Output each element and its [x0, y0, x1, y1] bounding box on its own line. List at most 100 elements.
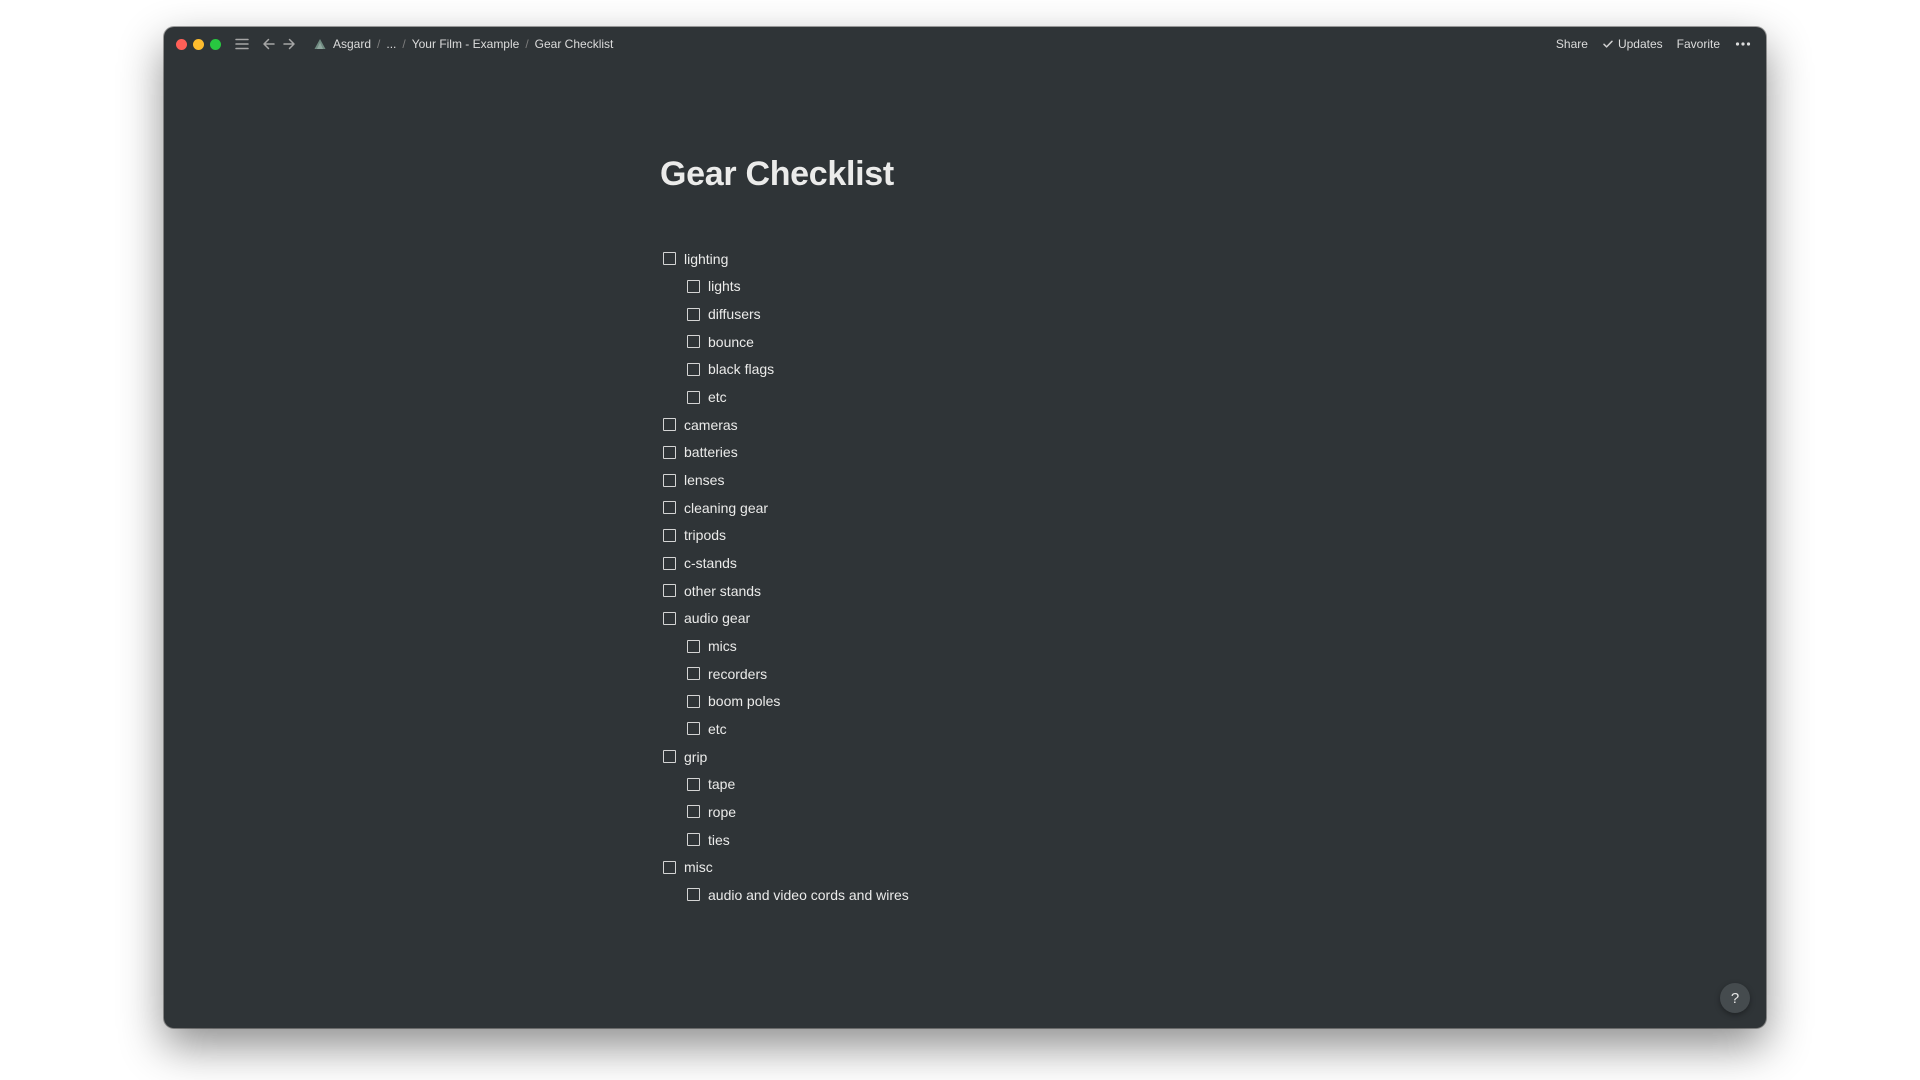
updates-label: Updates — [1617, 37, 1663, 51]
breadcrumb-current[interactable]: Gear Checklist — [531, 35, 618, 53]
todo-checkbox[interactable] — [687, 805, 700, 819]
breadcrumb-separator: / — [402, 37, 406, 51]
todo-item: tape — [660, 770, 909, 798]
todo-label[interactable]: bounce — [708, 334, 754, 350]
todo-item: cameras — [660, 411, 909, 439]
todo-item: etc — [660, 383, 909, 411]
todo-item: cleaning gear — [660, 494, 909, 522]
todo-label[interactable]: lights — [708, 278, 741, 294]
todo-label[interactable]: rope — [708, 804, 736, 820]
todo-label[interactable]: audio gear — [684, 610, 750, 626]
todo-label[interactable]: recorders — [708, 666, 767, 682]
todo-checkbox[interactable] — [687, 888, 700, 902]
breadcrumb: Asgard / ... / Your Film - Example / Gea… — [309, 35, 617, 53]
todo-checkbox[interactable] — [687, 307, 700, 321]
todo-checkbox[interactable] — [663, 584, 676, 598]
todo-label[interactable]: tripods — [684, 527, 726, 543]
todo-label[interactable]: other stands — [684, 583, 761, 599]
todo-item: lights — [660, 273, 909, 301]
todo-list: lighting lights diffusers bounce black f… — [660, 245, 909, 909]
todo-item: mics — [660, 632, 909, 660]
todo-item: audio gear — [660, 605, 909, 633]
more-horizontal-icon[interactable] — [1734, 35, 1752, 53]
arrow-right-icon[interactable] — [281, 36, 297, 52]
todo-item: boom poles — [660, 688, 909, 716]
todo-item: c-stands — [660, 549, 909, 577]
breadcrumb-ellipsis[interactable]: ... — [382, 35, 400, 53]
todo-checkbox[interactable] — [663, 501, 676, 515]
check-icon — [1602, 38, 1614, 50]
close-window-button[interactable] — [176, 38, 187, 50]
todo-label[interactable]: mics — [708, 638, 737, 654]
minimize-window-button[interactable] — [193, 38, 204, 50]
window-controls — [176, 38, 221, 50]
todo-item: tripods — [660, 522, 909, 550]
todo-label[interactable]: c-stands — [684, 555, 737, 571]
todo-checkbox[interactable] — [663, 252, 676, 266]
todo-item: grip — [660, 743, 909, 771]
todo-checkbox[interactable] — [663, 473, 676, 487]
todo-label[interactable]: grip — [684, 749, 707, 765]
todo-label[interactable]: misc — [684, 859, 713, 875]
favorite-button[interactable]: Favorite — [1677, 37, 1720, 51]
todo-item: lenses — [660, 466, 909, 494]
todo-label[interactable]: tape — [708, 776, 735, 792]
todo-checkbox[interactable] — [663, 556, 676, 570]
todo-checkbox[interactable] — [687, 362, 700, 376]
todo-checkbox[interactable] — [663, 445, 676, 459]
todo-label[interactable]: lighting — [684, 251, 728, 267]
todo-item: audio and video cords and wires — [660, 881, 909, 909]
todo-label[interactable]: audio and video cords and wires — [708, 887, 909, 903]
todo-checkbox[interactable] — [687, 833, 700, 847]
todo-label[interactable]: etc — [708, 389, 727, 405]
todo-item: other stands — [660, 577, 909, 605]
todo-checkbox[interactable] — [687, 639, 700, 653]
updates-button[interactable]: Updates — [1602, 37, 1663, 51]
todo-item: diffusers — [660, 300, 909, 328]
todo-item: black flags — [660, 356, 909, 384]
maximize-window-button[interactable] — [210, 38, 221, 50]
todo-label[interactable]: cleaning gear — [684, 500, 768, 516]
breadcrumb-separator: / — [525, 37, 529, 51]
todo-checkbox[interactable] — [663, 528, 676, 542]
todo-label[interactable]: cameras — [684, 417, 738, 433]
arrow-left-icon[interactable] — [261, 36, 277, 52]
help-button[interactable]: ? — [1720, 983, 1750, 1013]
todo-label[interactable]: batteries — [684, 444, 738, 460]
todo-label[interactable]: ties — [708, 832, 730, 848]
page-title[interactable]: Gear Checklist — [660, 155, 894, 194]
todo-item: recorders — [660, 660, 909, 688]
todo-checkbox[interactable] — [663, 860, 676, 874]
todo-checkbox[interactable] — [687, 335, 700, 349]
todo-checkbox[interactable] — [663, 611, 676, 625]
todo-label[interactable]: diffusers — [708, 306, 761, 322]
todo-label[interactable]: lenses — [684, 472, 724, 488]
todo-item: etc — [660, 715, 909, 743]
todo-checkbox[interactable] — [663, 418, 676, 432]
breadcrumb-parent[interactable]: Your Film - Example — [408, 35, 524, 53]
workspace-triangle-icon — [313, 37, 327, 51]
todo-checkbox[interactable] — [687, 390, 700, 404]
todo-label[interactable]: etc — [708, 721, 727, 737]
todo-item: batteries — [660, 439, 909, 467]
todo-item: lighting — [660, 245, 909, 273]
todo-item: misc — [660, 853, 909, 881]
breadcrumb-separator: / — [377, 37, 381, 51]
share-button[interactable]: Share — [1556, 37, 1588, 51]
app-window: Asgard / ... / Your Film - Example / Gea… — [164, 27, 1766, 1028]
todo-checkbox[interactable] — [687, 694, 700, 708]
title-bar: Asgard / ... / Your Film - Example / Gea… — [164, 27, 1766, 61]
breadcrumb-workspace-label: Asgard — [333, 37, 372, 51]
breadcrumb-workspace[interactable]: Asgard — [309, 35, 375, 53]
todo-checkbox[interactable] — [687, 722, 700, 736]
todo-label[interactable]: boom poles — [708, 693, 780, 709]
todo-checkbox[interactable] — [663, 750, 676, 764]
todo-checkbox[interactable] — [687, 667, 700, 681]
menu-icon[interactable] — [233, 35, 251, 53]
todo-label[interactable]: black flags — [708, 361, 774, 377]
todo-item: rope — [660, 798, 909, 826]
todo-checkbox[interactable] — [687, 279, 700, 293]
todo-checkbox[interactable] — [687, 777, 700, 791]
todo-item: ties — [660, 826, 909, 854]
todo-item: bounce — [660, 328, 909, 356]
